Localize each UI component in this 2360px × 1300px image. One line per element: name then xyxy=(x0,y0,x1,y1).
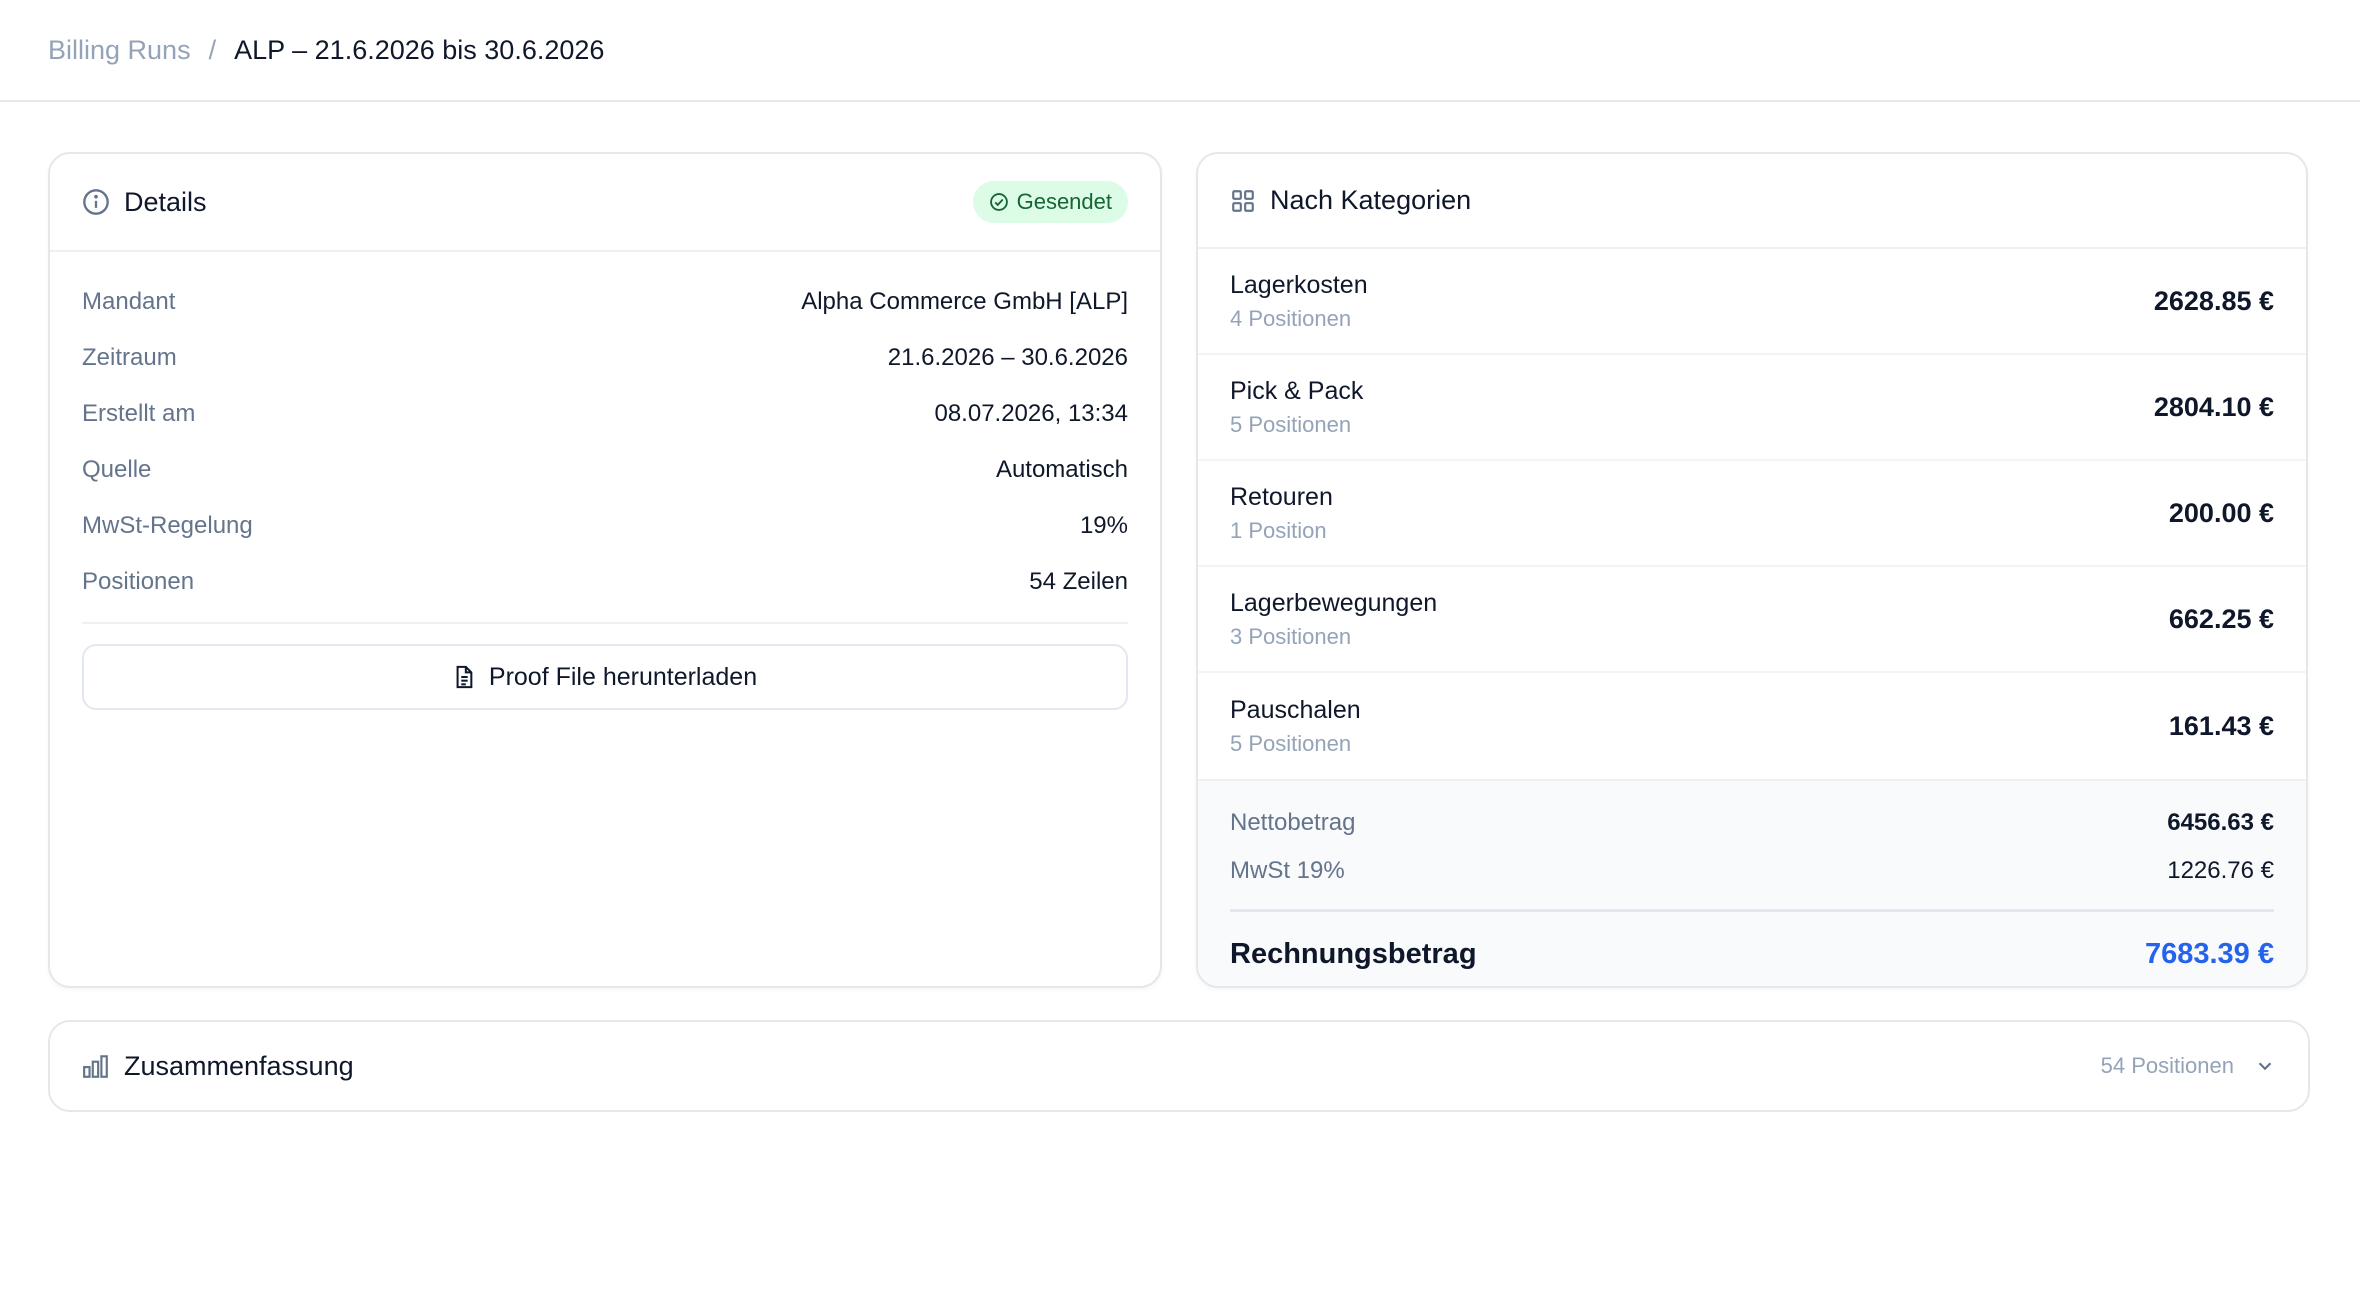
detail-label: Mandant xyxy=(82,288,176,315)
category-list: Lagerkosten 4 Positionen 2628.85 € Pick … xyxy=(1198,249,2306,779)
download-proof-file-button[interactable]: Proof File herunterladen xyxy=(82,644,1128,710)
category-amount: 161.43 € xyxy=(2168,710,2274,741)
invoice-total-row: Rechnungsbetrag 7683.39 € xyxy=(1230,922,2274,986)
chevron-down-icon[interactable] xyxy=(2254,1055,2276,1077)
download-proof-file-label: Proof File herunterladen xyxy=(488,662,758,691)
summary-meta: 54 Positionen xyxy=(2101,1053,2276,1079)
info-icon xyxy=(82,188,110,216)
details-card-header: Details Gesendet xyxy=(50,154,1160,252)
category-item-pauschalen[interactable]: Pauschalen 5 Positionen 161.43 € xyxy=(1198,673,2306,779)
details-divider xyxy=(82,622,1128,624)
summary-title-text: Zusammenfassung xyxy=(124,1050,354,1081)
detail-value: 21.6.2026 – 30.6.2026 xyxy=(887,344,1128,371)
detail-row-mandant: Mandant Alpha Commerce GmbH [ALP] xyxy=(82,274,1128,330)
category-item-pick-pack[interactable]: Pick & Pack 5 Positionen 2804.10 € xyxy=(1198,355,2306,461)
breadcrumb-billing-runs-link[interactable]: Billing Runs xyxy=(48,35,191,66)
bar-chart-icon xyxy=(82,1053,110,1079)
categories-title: Nach Kategorien xyxy=(1230,185,1471,216)
detail-label: Zeitraum xyxy=(82,344,177,371)
vat-label: MwSt 19% xyxy=(1230,857,1345,884)
summary-collapsible[interactable]: Zusammenfassung 54 Positionen xyxy=(48,1020,2310,1112)
cards-row: Details Gesendet Mandant Alpha Commerce … xyxy=(48,152,2312,988)
detail-label: Positionen xyxy=(82,568,195,595)
vat-value: 1226.76 € xyxy=(2167,857,2274,884)
net-amount-value: 6456.63 € xyxy=(2167,809,2274,836)
invoice-total-label: Rechnungsbetrag xyxy=(1230,937,1477,970)
status-badge-label: Gesendet xyxy=(1016,189,1112,214)
category-count: 1 Position xyxy=(1230,517,1327,543)
vat-row: MwSt 19% 1226.76 € xyxy=(1230,847,2274,895)
net-amount-row: Nettobetrag 6456.63 € xyxy=(1230,799,2274,847)
breadcrumb: Billing Runs / ALP – 21.6.2026 bis 30.6.… xyxy=(0,0,2360,102)
details-title: Details xyxy=(82,187,207,218)
category-name: Pauschalen xyxy=(1230,695,1361,724)
detail-value: 08.07.2026, 13:34 xyxy=(934,400,1128,427)
check-circle-icon xyxy=(989,192,1009,212)
category-count: 3 Positionen xyxy=(1230,623,1352,649)
category-name: Retouren xyxy=(1230,482,1333,511)
detail-row-positionen: Positionen 54 Zeilen xyxy=(82,554,1128,610)
breadcrumb-separator: / xyxy=(208,34,217,65)
detail-value: 54 Zeilen xyxy=(1029,568,1128,595)
breadcrumb-current: ALP – 21.6.2026 bis 30.6.2026 xyxy=(234,34,605,65)
category-amount: 200.00 € xyxy=(2168,497,2274,528)
category-amount: 2804.10 € xyxy=(2153,391,2274,422)
categories-card-header: Nach Kategorien xyxy=(1198,154,2306,249)
category-amount: 2628.85 € xyxy=(2153,285,2274,316)
details-card: Details Gesendet Mandant Alpha Commerce … xyxy=(48,152,1162,988)
detail-value: Alpha Commerce GmbH [ALP] xyxy=(801,288,1128,315)
categories-card: Nach Kategorien Lagerkosten 4 Positionen… xyxy=(1196,152,2308,988)
net-amount-label: Nettobetrag xyxy=(1230,809,1356,836)
detail-value: 19% xyxy=(1079,512,1128,539)
category-name: Lagerkosten xyxy=(1230,270,1368,299)
category-item-lagerbewegungen[interactable]: Lagerbewegungen 3 Positionen 662.25 € xyxy=(1198,567,2306,673)
details-list: Mandant Alpha Commerce GmbH [ALP] Zeitra… xyxy=(50,252,1160,710)
category-item-lagerkosten[interactable]: Lagerkosten 4 Positionen 2628.85 € xyxy=(1198,249,2306,355)
summary-count: 54 Positionen xyxy=(2100,1053,2234,1078)
category-item-retouren[interactable]: Retouren 1 Position 200.00 € xyxy=(1198,461,2306,567)
category-count: 4 Positionen xyxy=(1230,305,1352,331)
detail-row-zeitraum: Zeitraum 21.6.2026 – 30.6.2026 xyxy=(82,330,1128,386)
file-icon xyxy=(453,665,475,689)
invoice-total-value: 7683.39 € xyxy=(2144,937,2274,970)
category-count: 5 Positionen xyxy=(1230,411,1352,437)
grid-icon xyxy=(1230,188,1256,214)
details-title-text: Details xyxy=(124,186,207,217)
main-content: Details Gesendet Mandant Alpha Commerce … xyxy=(0,102,2360,1112)
status-badge: Gesendet xyxy=(972,181,1128,223)
detail-row-erstellt-am: Erstellt am 08.07.2026, 13:34 xyxy=(82,386,1128,442)
category-name: Pick & Pack xyxy=(1230,376,1364,405)
summary-title: Zusammenfassung xyxy=(82,1051,354,1082)
totals-section: Nettobetrag 6456.63 € MwSt 19% 1226.76 €… xyxy=(1198,779,2306,986)
detail-label: MwSt-Regelung xyxy=(82,512,253,539)
detail-row-quelle: Quelle Automatisch xyxy=(82,442,1128,498)
category-count: 5 Positionen xyxy=(1230,730,1352,756)
detail-label: Quelle xyxy=(82,456,152,483)
categories-title-text: Nach Kategorien xyxy=(1270,185,1472,215)
category-name: Lagerbewegungen xyxy=(1230,588,1438,617)
category-amount: 662.25 € xyxy=(2168,603,2274,634)
detail-value: Automatisch xyxy=(995,456,1128,483)
totals-divider xyxy=(1230,909,2274,912)
detail-label: Erstellt am xyxy=(82,400,196,427)
detail-row-mwst-regelung: MwSt-Regelung 19% xyxy=(82,498,1128,554)
